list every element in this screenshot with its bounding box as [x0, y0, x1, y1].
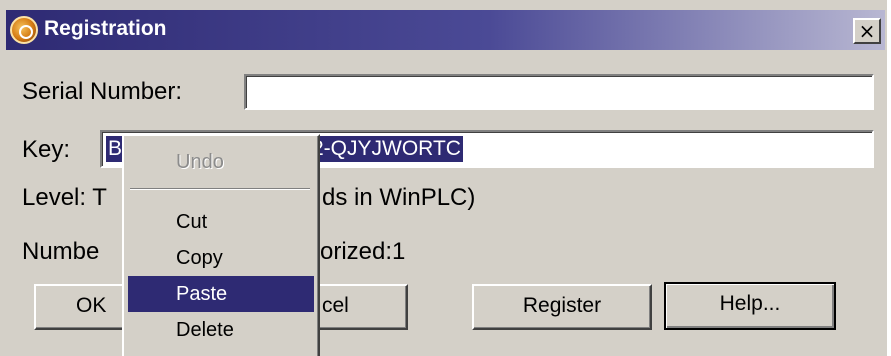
level-label: Level: T: [22, 184, 107, 211]
help-button[interactable]: Help...: [664, 282, 836, 330]
app-icon: [10, 16, 38, 44]
level-value: ds in WinPLC): [322, 184, 476, 211]
serial-number-label: Serial Number:: [22, 78, 183, 105]
register-button[interactable]: Register: [472, 284, 652, 330]
title-bar[interactable]: Registration ×: [6, 10, 885, 50]
number-authorized-label: Numbe: [22, 238, 100, 265]
number-authorized-value: orized:1: [320, 238, 406, 265]
menu-item-copy[interactable]: Copy: [128, 240, 314, 276]
menu-item-undo[interactable]: Undo: [128, 144, 314, 180]
key-label: Key:: [22, 136, 71, 163]
key-value-selected-tail: 2-QJYJWORTC: [310, 136, 463, 162]
registration-dialog: Registration × Serial Number: Key: B- 2-…: [0, 0, 891, 356]
menu-separator: [130, 188, 310, 190]
edit-context-menu: Undo Cut Copy Paste Delete: [122, 134, 320, 356]
serial-number-field[interactable]: [244, 74, 874, 110]
menu-item-delete[interactable]: Delete: [128, 312, 314, 348]
window-title: Registration: [44, 17, 167, 40]
close-button[interactable]: ×: [853, 18, 881, 44]
menu-item-paste[interactable]: Paste: [128, 276, 314, 312]
window-edge: [887, 0, 891, 356]
menu-item-cut[interactable]: Cut: [128, 204, 314, 240]
